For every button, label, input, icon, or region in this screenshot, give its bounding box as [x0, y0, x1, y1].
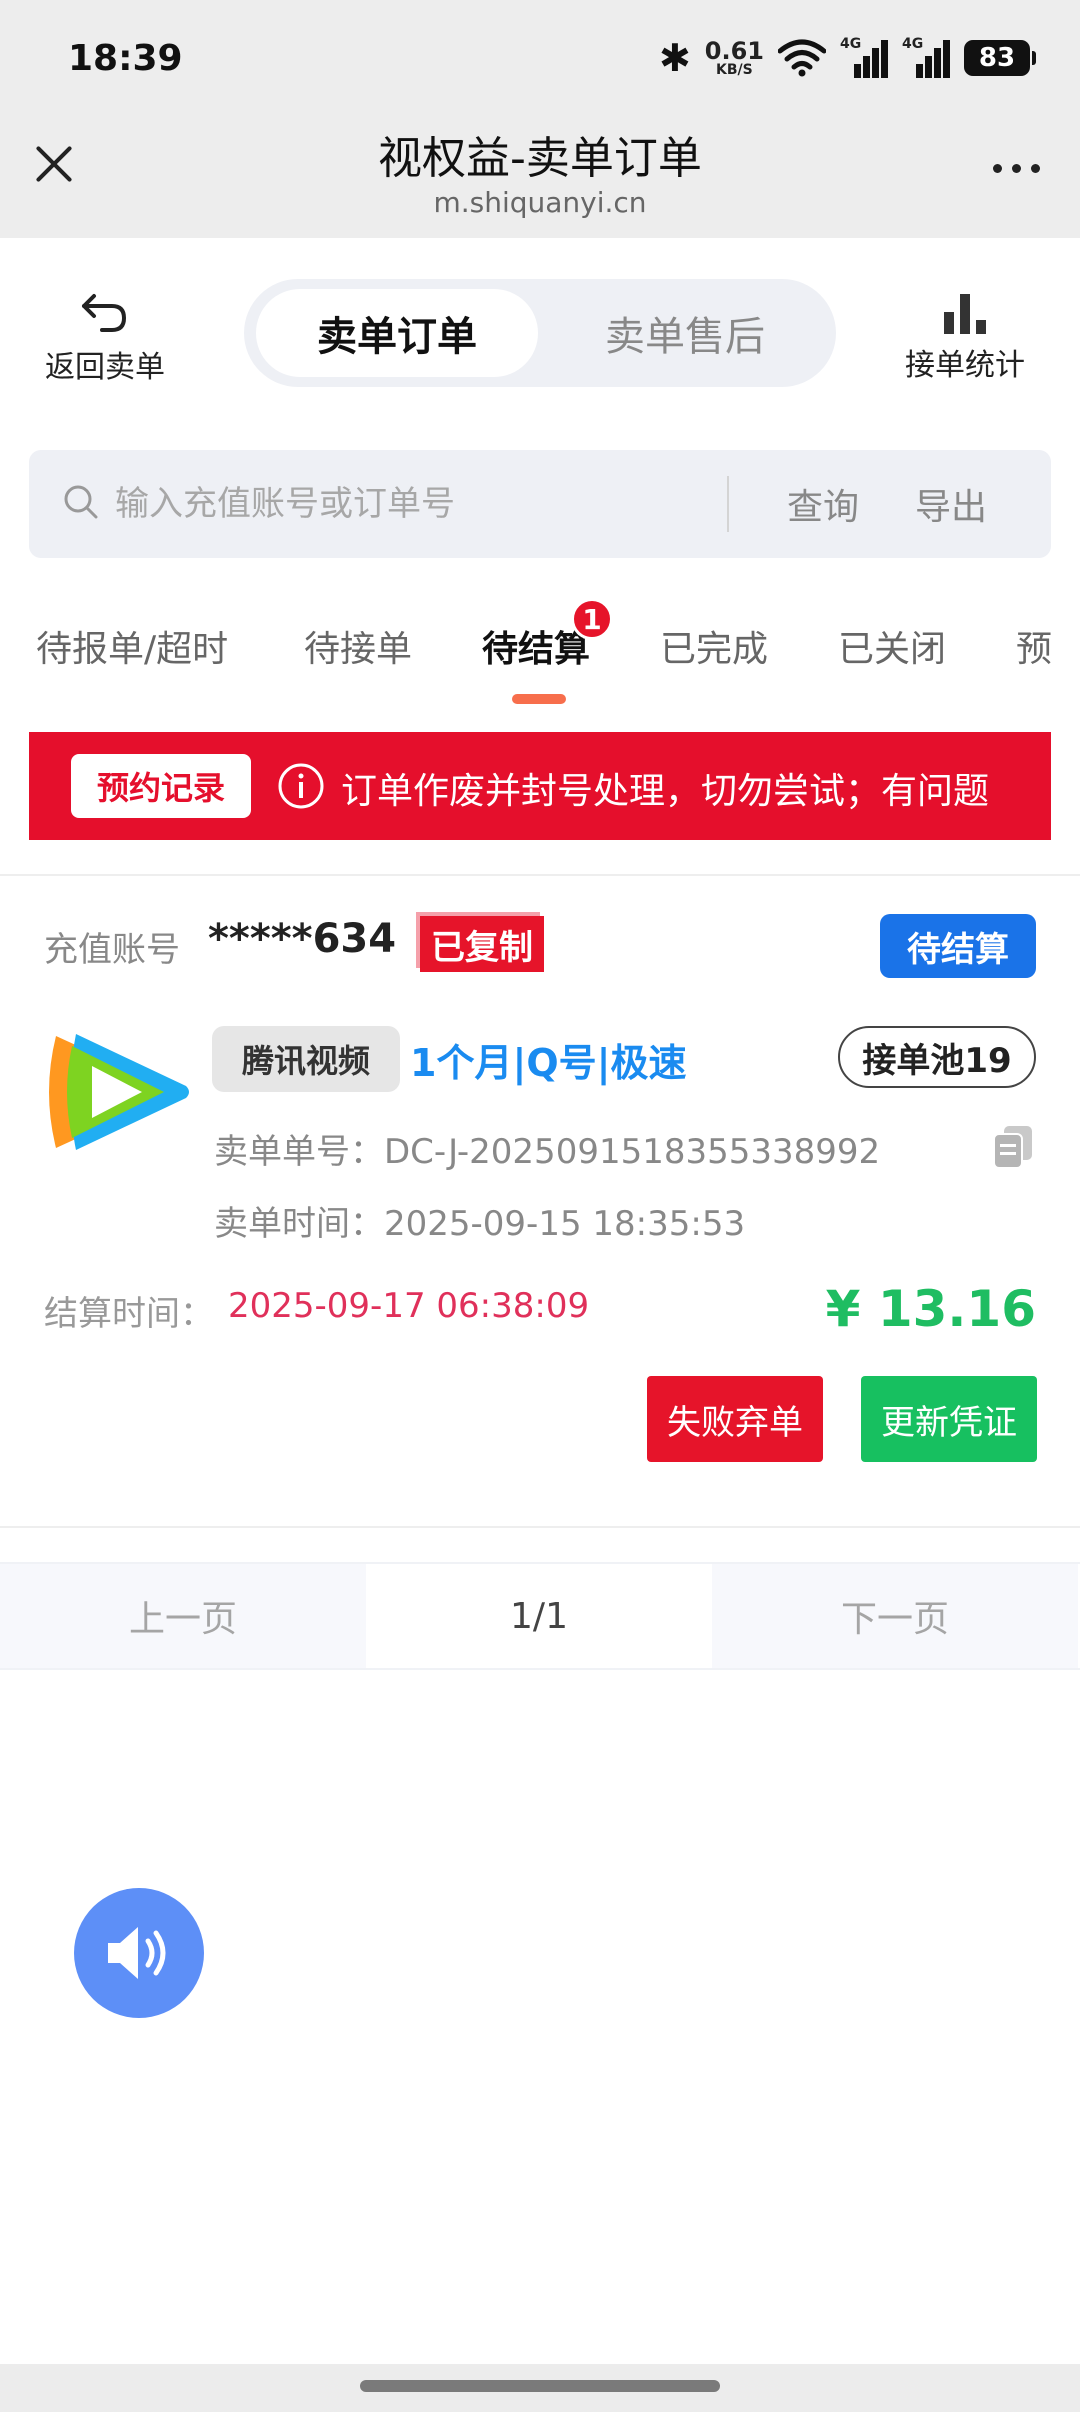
status-time: 18:39 — [68, 38, 183, 79]
search-divider — [727, 476, 729, 532]
platform-tag: 腾讯视频 — [212, 1026, 400, 1092]
segment-sell-orders[interactable]: 卖单订单 — [256, 289, 538, 377]
search-input[interactable] — [115, 474, 715, 534]
prev-page-button[interactable]: 上一页 — [0, 1564, 366, 1668]
tab-pending-report[interactable]: 待报单/超时 — [36, 620, 228, 672]
tab-count-badge: 1 — [571, 598, 613, 640]
signal-4g-icon: 4G — [902, 36, 950, 78]
network-speed-unit: KB/S — [716, 62, 753, 78]
sound-button[interactable] — [74, 1888, 204, 2018]
network-speed-value: 0.61 — [704, 37, 764, 65]
account-label: 充值账号 — [44, 930, 180, 970]
order-pool-badge: 接单池19 — [838, 1026, 1036, 1088]
more-icon[interactable] — [993, 164, 1040, 173]
account-value[interactable]: *****634 — [208, 916, 396, 962]
signal-label: 4G — [840, 36, 862, 52]
tab-closed[interactable]: 已关闭 — [838, 620, 946, 672]
order-amount: ¥ 13.16 — [825, 1280, 1036, 1338]
network-speed: 0.61 KB/S — [705, 39, 764, 77]
tencent-video-logo — [49, 1034, 189, 1150]
status-badge: 待结算 — [880, 914, 1036, 978]
info-icon — [278, 763, 324, 809]
status-icons: ✱ 0.61 KB/S 4G 4G 83 — [658, 36, 1036, 80]
search-icon — [64, 485, 98, 519]
wifi-icon — [778, 39, 826, 77]
export-button[interactable]: 导出 — [915, 478, 987, 530]
search-bar: 查询 导出 — [29, 450, 1051, 558]
active-tab-indicator — [512, 694, 566, 704]
fail-abandon-button[interactable]: 失败弃单 — [647, 1376, 823, 1462]
back-to-sell-button[interactable]: 返回卖单 — [30, 290, 180, 386]
notice-banner: 预约记录 订单作废并封号处理，切勿尝试；有问题 — [29, 732, 1051, 840]
battery-icon: 83 — [964, 40, 1036, 76]
order-stats-button[interactable]: 接单统计 — [890, 290, 1040, 384]
product-name: 1个月|Q号|极速 — [410, 1041, 687, 1085]
home-gesture-handle[interactable] — [360, 2380, 720, 2392]
settle-time-value: 2025-09-17 06:38:09 — [228, 1286, 590, 1326]
page-url: m.shiquanyi.cn — [433, 186, 647, 219]
tab-reserved[interactable]: 预 — [1016, 620, 1052, 672]
order-number: 卖单单号：DC-J-2025091518355338992 — [214, 1132, 881, 1172]
segment-control: 卖单订单 卖单售后 — [244, 279, 836, 387]
bluetooth-icon: ✱ — [658, 36, 691, 80]
signal-label: 4G — [902, 36, 924, 52]
notice-message: 订单作废并封号处理，切勿尝试；有问题 — [341, 771, 990, 812]
divider — [0, 1526, 1080, 1528]
update-proof-button[interactable]: 更新凭证 — [861, 1376, 1037, 1462]
reservation-record-button[interactable]: 预约记录 — [71, 754, 251, 818]
signal-4g-icon: 4G — [840, 36, 888, 78]
back-to-sell-label: 返回卖单 — [45, 350, 165, 385]
tab-completed[interactable]: 已完成 — [660, 620, 768, 672]
page-title: 视权益-卖单订单 — [378, 133, 702, 184]
page-indicator: 1/1 — [510, 1595, 568, 1637]
next-page-button[interactable]: 下一页 — [712, 1564, 1078, 1668]
bar-chart-icon — [940, 290, 990, 334]
segment-after-sales[interactable]: 卖单售后 — [544, 289, 826, 377]
copied-badge: 已复制 — [420, 916, 544, 972]
tab-pending-accept[interactable]: 待接单 — [304, 620, 412, 672]
undo-icon — [82, 294, 127, 332]
order-stats-label: 接单统计 — [905, 348, 1025, 383]
query-button[interactable]: 查询 — [787, 478, 859, 530]
pagination: 上一页 1/1 下一页 — [0, 1562, 1080, 1670]
speaker-icon — [108, 1927, 166, 1979]
divider — [0, 874, 1080, 876]
order-time: 卖单时间：2025-09-15 18:35:53 — [214, 1204, 746, 1244]
copy-icon[interactable] — [992, 1124, 1034, 1170]
settle-time-label: 结算时间： — [44, 1294, 214, 1334]
